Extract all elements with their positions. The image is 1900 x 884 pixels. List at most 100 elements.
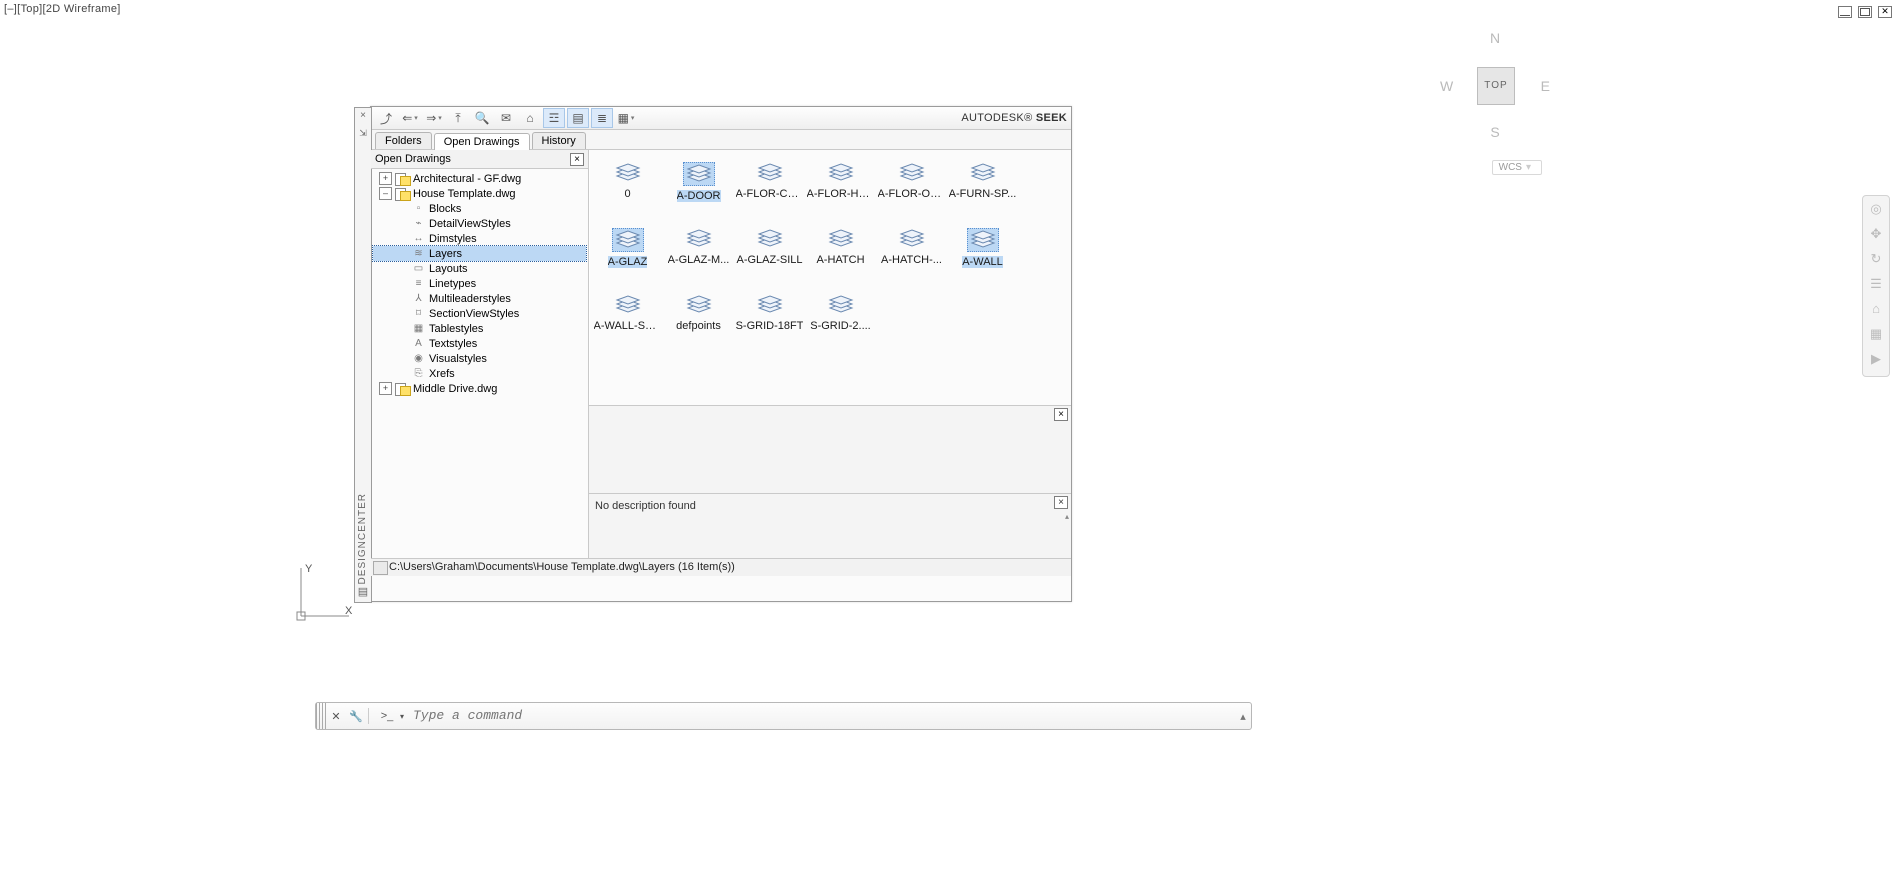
palette-close-icon[interactable]: ×: [355, 110, 371, 121]
status-text: C:\Users\Graham\Documents\House Template…: [389, 561, 735, 573]
tree-node[interactable]: ATextstyles: [373, 336, 586, 351]
layer-item[interactable]: S-GRID-2....: [805, 290, 876, 352]
tree-node[interactable]: ◉Visualstyles: [373, 351, 586, 366]
viewport-label[interactable]: [–][Top][2D Wireframe]: [4, 3, 121, 15]
toolbar-fwd-button[interactable]: ⇒: [423, 108, 445, 128]
layer-item[interactable]: A-HATCH-...: [876, 224, 947, 286]
nav-tool-icon[interactable]: ▦: [1863, 321, 1889, 346]
nav-tool-icon[interactable]: ▶: [1863, 346, 1889, 371]
viewcube-w[interactable]: W: [1440, 78, 1453, 94]
cmdline-close-icon[interactable]: ✕: [326, 710, 346, 723]
expand-icon[interactable]: –: [379, 187, 392, 200]
toolbar-desc-button[interactable]: ≣: [591, 108, 613, 128]
tab-folders[interactable]: Folders: [375, 132, 432, 149]
expand-icon[interactable]: +: [379, 172, 392, 185]
viewcube-top[interactable]: TOP: [1477, 67, 1515, 105]
toolbar-search-button[interactable]: 🔍: [471, 108, 493, 128]
tree-node[interactable]: ▫Blocks: [373, 201, 586, 216]
tab-open-drawings[interactable]: Open Drawings: [434, 133, 530, 150]
tree-node-label: Visualstyles: [429, 353, 487, 365]
layer-item[interactable]: A-DOOR: [663, 158, 734, 220]
palette-properties-icon[interactable]: ▤: [355, 585, 371, 598]
toolbar-home-button[interactable]: ⌂: [519, 108, 541, 128]
palette-title: DESIGNCENTER: [357, 493, 371, 584]
tree-node[interactable]: ⎘Xrefs: [373, 366, 586, 381]
close-button[interactable]: ✕: [1878, 6, 1892, 18]
preview-close-icon[interactable]: ×: [1054, 408, 1068, 421]
layer-item[interactable]: A-FLOR-CA...: [734, 158, 805, 220]
tree-node[interactable]: +Architectural - GF.dwg: [373, 171, 586, 186]
cmdline-recent-icon[interactable]: ▾: [397, 712, 407, 721]
viewcube-n[interactable]: N: [1440, 30, 1550, 46]
nav-orbit-icon[interactable]: ↻: [1863, 246, 1889, 271]
nav-pan-icon[interactable]: ✥: [1863, 221, 1889, 246]
tree-node[interactable]: ⌑SectionViewStyles: [373, 306, 586, 321]
tree-close-icon[interactable]: ×: [570, 153, 584, 166]
category-icon: ⎘: [412, 368, 425, 379]
layer-item[interactable]: defpoints: [663, 290, 734, 352]
layer-item[interactable]: A-GLAZ-SILL: [734, 224, 805, 286]
layer-item[interactable]: A-GLAZ-M...: [663, 224, 734, 286]
cmdline-grip[interactable]: [316, 703, 326, 729]
palette-titlebar[interactable]: × ⇲ DESIGNCENTER ▤: [354, 107, 372, 603]
minimize-button[interactable]: [1838, 6, 1852, 18]
tree-node[interactable]: ≡Linetypes: [373, 276, 586, 291]
status-icon[interactable]: [373, 561, 388, 575]
tree-node[interactable]: ↔Dimstyles: [373, 231, 586, 246]
tree-node[interactable]: ⅄Multileaderstyles: [373, 291, 586, 306]
expand-icon[interactable]: +: [379, 382, 392, 395]
designcenter-palette: × ⇲ DESIGNCENTER ▤ ⤴⇐⇒⤒🔍✉⌂☲▤≣▦ AUTODESK®…: [370, 106, 1072, 602]
layer-icon: [755, 162, 785, 184]
maximize-button[interactable]: [1858, 6, 1872, 18]
layer-icon: [897, 162, 927, 184]
nav-tool-icon[interactable]: ⌂: [1863, 296, 1889, 321]
viewcube-s[interactable]: S: [1440, 124, 1550, 140]
layer-item-label: A-FLOR-HR...: [807, 188, 875, 200]
tree-node[interactable]: ▦Tablestyles: [373, 321, 586, 336]
cmdline-history-icon[interactable]: ▴: [1235, 710, 1251, 723]
toolbar-favorites-button[interactable]: ✉: [495, 108, 517, 128]
layer-item-label: A-GLAZ: [608, 256, 648, 268]
layer-item-label: A-DOOR: [677, 190, 721, 202]
toolbar-load-button[interactable]: ⤴: [375, 108, 397, 128]
layer-item-label: S-GRID-2....: [810, 320, 871, 332]
cmdline-prompt-icon[interactable]: >_: [377, 710, 397, 722]
tree-node-label: Dimstyles: [429, 233, 477, 245]
tree-node[interactable]: ⌁DetailViewStyles: [373, 216, 586, 231]
palette-autohide-icon[interactable]: ⇲: [355, 128, 371, 139]
category-icon: ⅄: [412, 293, 425, 304]
toolbar-back-button[interactable]: ⇐: [399, 108, 421, 128]
toolbar-up-button[interactable]: ⤒: [447, 108, 469, 128]
description-close-icon[interactable]: ×: [1054, 496, 1068, 509]
layer-item[interactable]: A-WALL: [947, 224, 1018, 286]
tree-node[interactable]: ≋Layers: [373, 246, 586, 261]
layer-item[interactable]: A-GLAZ: [592, 224, 663, 286]
nav-tool-icon[interactable]: ☰: [1863, 271, 1889, 296]
toolbar-tree-button[interactable]: ☲: [543, 108, 565, 128]
tab-history[interactable]: History: [532, 132, 586, 149]
wcs-dropdown[interactable]: WCS: [1492, 160, 1542, 175]
toolbar-views-button[interactable]: ▦: [615, 108, 637, 128]
layer-item[interactable]: 0: [592, 158, 663, 220]
tree-node[interactable]: +Middle Drive.dwg: [373, 381, 586, 396]
nav-wheel-icon[interactable]: ◎: [1863, 196, 1889, 221]
cmdline-customize-icon[interactable]: 🔧: [346, 710, 366, 723]
content-grid[interactable]: 0 A-DOOR A-FLOR-CA...A-FLOR-HR...A-FLOR-OV…: [589, 150, 1071, 417]
layer-item[interactable]: A-FURN-SP...: [947, 158, 1018, 220]
layer-item-label: A-HATCH: [816, 254, 864, 266]
command-input[interactable]: [407, 705, 1235, 727]
viewcube[interactable]: N S W E TOP: [1440, 30, 1550, 140]
autodesk-seek-link[interactable]: AUTODESK® SEEK: [961, 112, 1067, 124]
scroll-up-icon[interactable]: ▴: [1065, 512, 1069, 521]
tree-node[interactable]: –House Template.dwg: [373, 186, 586, 201]
viewcube-e[interactable]: E: [1541, 78, 1550, 94]
layer-item[interactable]: A-WALL-SH...: [592, 290, 663, 352]
category-icon: ▭: [412, 263, 425, 274]
tree-view[interactable]: +Architectural - GF.dwg–House Template.d…: [371, 169, 588, 558]
toolbar-preview-button[interactable]: ▤: [567, 108, 589, 128]
tree-node[interactable]: ▭Layouts: [373, 261, 586, 276]
layer-item[interactable]: A-HATCH: [805, 224, 876, 286]
layer-item[interactable]: A-FLOR-HR...: [805, 158, 876, 220]
layer-item[interactable]: S-GRID-18FT: [734, 290, 805, 352]
layer-item[interactable]: A-FLOR-OV...: [876, 158, 947, 220]
